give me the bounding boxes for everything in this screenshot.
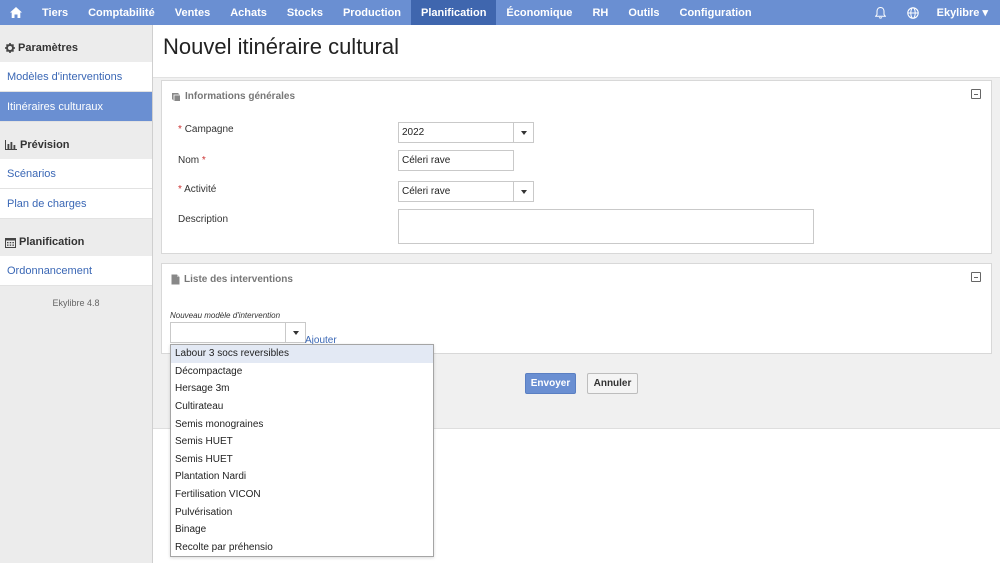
nav-planification[interactable]: Planification xyxy=(411,0,497,25)
page-title: Nouvel itinéraire cultural xyxy=(163,34,399,59)
dropdown-option[interactable]: Cultirateau xyxy=(171,398,433,416)
dropdown-option[interactable]: Décompactage xyxy=(171,363,433,381)
nav-rh[interactable]: RH xyxy=(582,0,618,25)
sidebar-item-scenarios[interactable]: Scénarios xyxy=(0,159,152,189)
dropdown-option[interactable]: Hersage 3m xyxy=(171,380,433,398)
dropdown-option[interactable]: Semis monograines xyxy=(171,415,433,433)
sidebar-section-title: Paramètres xyxy=(18,42,78,54)
dropdown-option[interactable]: Pulvérisation xyxy=(171,503,433,521)
required-mark: * xyxy=(201,155,206,166)
nav-tiers[interactable]: Tiers xyxy=(32,0,78,25)
nav-achats[interactable]: Achats xyxy=(220,0,277,25)
general-info-panel: Informations générales * Campagne 2022 N… xyxy=(161,80,992,254)
nav-economique[interactable]: Économique xyxy=(496,0,582,25)
description-textarea[interactable] xyxy=(398,209,814,244)
top-navbar: Tiers Comptabilité Ventes Achats Stocks … xyxy=(0,0,1000,25)
name-input[interactable]: Céleri rave xyxy=(398,150,514,171)
language-button[interactable] xyxy=(897,0,929,25)
required-mark: * xyxy=(178,124,182,135)
gear-icon xyxy=(5,43,15,53)
nav-stocks[interactable]: Stocks xyxy=(277,0,333,25)
dropdown-option[interactable]: Labour 3 socs reversibles xyxy=(171,345,433,363)
panel-header: Liste des interventions xyxy=(171,274,293,285)
collapse-icon[interactable] xyxy=(971,89,981,99)
dropdown-option[interactable]: Recolte par préhensio xyxy=(171,539,433,557)
sidebar-section-title: Planification xyxy=(19,236,85,248)
nav-comptabilite[interactable]: Comptabilité xyxy=(78,0,165,25)
sidebar-item-plan-de-charges[interactable]: Plan de charges xyxy=(0,189,152,219)
activity-label: * Activité xyxy=(178,184,216,195)
version-label: Ekylibre 4.8 xyxy=(52,298,100,308)
submit-button[interactable]: Envoyer xyxy=(525,373,576,394)
user-menu[interactable]: Ekylibre ▾ xyxy=(929,6,1000,19)
sidebar-item-itineraires-culturaux[interactable]: Itinéraires culturaux xyxy=(0,92,152,122)
document-icon xyxy=(171,274,180,285)
activity-label-text: Activité xyxy=(184,184,217,195)
chevron-down-icon xyxy=(513,182,533,201)
bar-chart-icon xyxy=(5,140,17,150)
name-label-text: Nom xyxy=(178,155,200,166)
globe-icon xyxy=(906,6,919,19)
campaign-label-text: Campagne xyxy=(184,124,234,135)
panel-header: Informations générales xyxy=(171,91,295,102)
home-button[interactable] xyxy=(0,0,32,25)
panel-title: Liste des interventions xyxy=(184,274,293,285)
campaign-select[interactable]: 2022 xyxy=(398,122,534,143)
sidebar-section-prevision: Prévision xyxy=(0,134,152,156)
dropdown-option[interactable]: Binage xyxy=(171,521,433,539)
activity-value: Céleri rave xyxy=(402,186,451,197)
bell-icon xyxy=(875,6,887,19)
cancel-button[interactable]: Annuler xyxy=(587,373,638,394)
nav-production[interactable]: Production xyxy=(333,0,411,25)
collapse-icon[interactable] xyxy=(971,272,981,282)
sidebar-item-modeles-interventions[interactable]: Modèles d'interventions xyxy=(0,62,152,92)
dropdown-option[interactable]: Plantation Nardi xyxy=(171,468,433,486)
chevron-down-icon xyxy=(285,323,305,342)
home-icon xyxy=(10,7,22,18)
new-intervention-label: Nouveau modèle d'intervention xyxy=(170,311,281,320)
description-label: Description xyxy=(178,214,229,225)
sidebar-section-title: Prévision xyxy=(20,139,70,151)
new-intervention-select[interactable] xyxy=(170,322,306,343)
notifications-button[interactable] xyxy=(865,0,897,25)
dropdown-option[interactable]: Semis HUET xyxy=(171,433,433,451)
nav-configuration[interactable]: Configuration xyxy=(670,0,762,25)
required-mark: * xyxy=(178,184,182,195)
sidebar-section-parametres: Paramètres xyxy=(0,37,152,59)
chevron-down-icon xyxy=(513,123,533,142)
nav-outils[interactable]: Outils xyxy=(618,0,669,25)
campaign-value: 2022 xyxy=(402,127,425,138)
activity-select[interactable]: Céleri rave xyxy=(398,181,534,202)
calendar-icon xyxy=(5,237,16,248)
campaign-label: * Campagne xyxy=(178,124,234,135)
sidebar-section-planification: Planification xyxy=(0,231,152,253)
sidebar: Paramètres Modèles d'interventions Itiné… xyxy=(0,25,153,563)
nav-ventes[interactable]: Ventes xyxy=(165,0,220,25)
book-icon xyxy=(172,92,180,101)
intervention-dropdown-list: Labour 3 socs reversibles Décompactage H… xyxy=(170,344,434,557)
name-label: Nom * xyxy=(178,155,206,166)
panel-title: Informations générales xyxy=(185,91,296,102)
dropdown-option[interactable]: Semis HUET xyxy=(171,451,433,469)
sidebar-item-ordonnancement[interactable]: Ordonnancement xyxy=(0,256,152,286)
interventions-panel: Liste des interventions Nouveau modèle d… xyxy=(161,263,992,354)
dropdown-option[interactable]: Fertilisation VICON xyxy=(171,486,433,504)
